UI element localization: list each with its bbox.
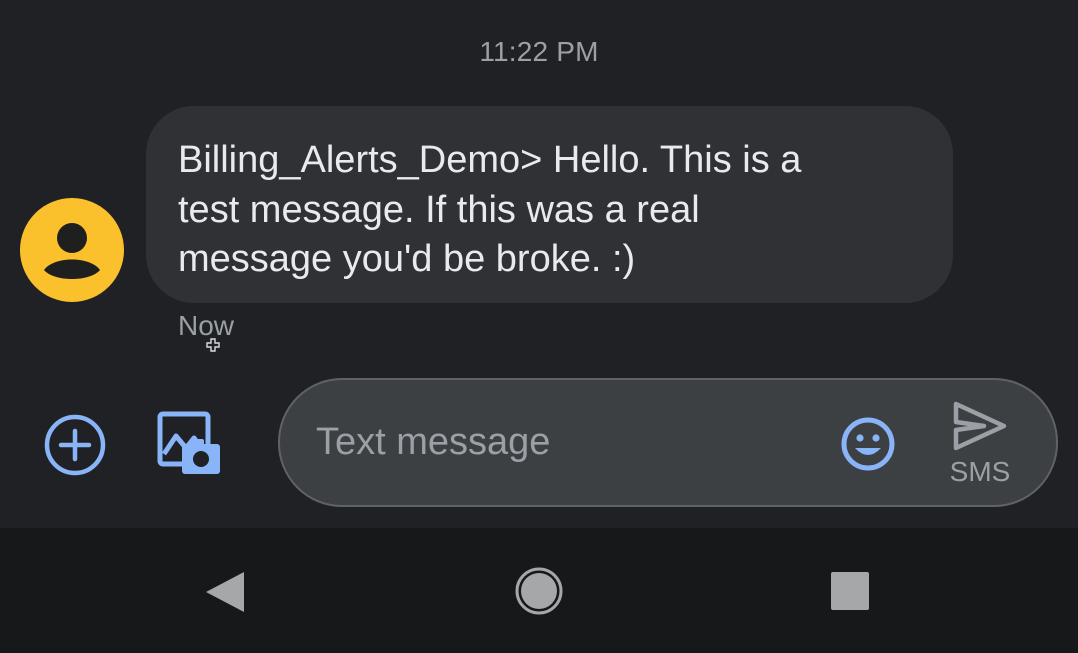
message-bubble[interactable]: Billing_Alerts_Demo> Hello. This is a te…	[146, 106, 953, 303]
contact-avatar[interactable]	[20, 198, 124, 302]
message-input-container: SMS	[278, 378, 1058, 507]
emoji-icon	[841, 417, 895, 471]
message-input[interactable]	[316, 414, 816, 470]
recents-square-icon	[831, 572, 869, 610]
cursor-icon	[206, 338, 220, 352]
system-navigation-bar	[0, 528, 1078, 653]
back-triangle-icon	[206, 572, 244, 612]
gallery-camera-icon	[157, 411, 220, 474]
emoji-button[interactable]	[840, 416, 896, 472]
messages-screen: 11:22 PM Billing_Alerts_Demo> Hello. Thi…	[0, 0, 1078, 653]
message-text: Billing_Alerts_Demo> Hello. This is a te…	[178, 139, 802, 280]
home-circle-icon	[515, 567, 563, 615]
plus-circle-icon	[44, 414, 106, 476]
add-attachment-button[interactable]	[42, 412, 108, 478]
send-icon	[953, 401, 1007, 451]
recents-button[interactable]	[830, 571, 870, 611]
composer-bar: SMS	[0, 372, 1078, 528]
person-icon	[44, 223, 100, 279]
send-type-label: SMS	[949, 456, 1011, 487]
send-button[interactable]: SMS	[932, 396, 1028, 492]
message-timestamp: 11:22 PM	[479, 36, 599, 67]
back-button[interactable]	[204, 570, 246, 614]
home-button[interactable]	[514, 566, 564, 616]
gallery-button[interactable]	[156, 410, 224, 478]
